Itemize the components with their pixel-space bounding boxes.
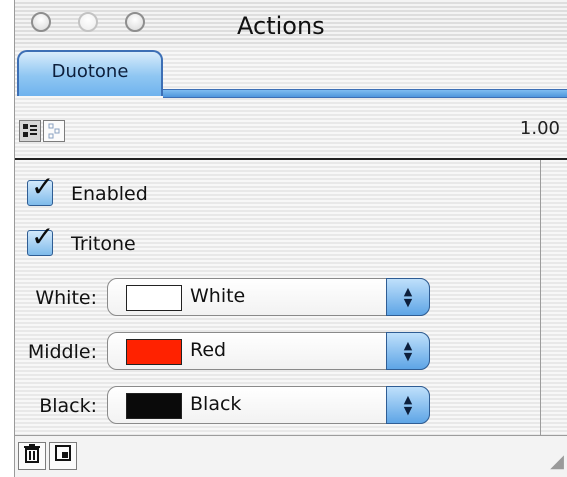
actions-window: Actions Duotone 1.00 ✓ Enabled ✓ Tritone… <box>14 0 567 477</box>
zoom-icon[interactable] <box>125 12 145 32</box>
window-title: Actions <box>237 12 325 40</box>
tab-underline <box>163 89 567 98</box>
duotone-panel: ✓ Enabled ✓ Tritone White: White ▲ ▼ Midd… <box>15 160 541 435</box>
popup-arrows-icon[interactable]: ▲ ▼ <box>386 386 430 424</box>
middle-color-row: Middle: Red ▲ ▼ <box>15 332 535 372</box>
popup-arrows-icon[interactable]: ▲ ▼ <box>386 332 430 370</box>
white-label: White: <box>35 287 97 309</box>
tritone-row[interactable]: ✓ Tritone <box>15 223 535 264</box>
middle-swatch <box>126 339 182 365</box>
minimize-icon[interactable] <box>78 12 98 32</box>
checkmark-icon: ✓ <box>31 220 55 253</box>
footer-bar: ◢ <box>15 435 567 477</box>
middle-color-popup[interactable]: Red ▲ ▼ <box>107 332 430 370</box>
list-view-icon[interactable] <box>19 120 41 142</box>
black-color-row: Black: Black ▲ ▼ <box>15 386 535 426</box>
tritone-label: Tritone <box>71 233 136 255</box>
trash-icon[interactable] <box>18 442 46 470</box>
mode-icon[interactable] <box>43 120 65 142</box>
toolbar: 1.00 <box>15 98 567 160</box>
tab-duotone[interactable]: Duotone <box>17 50 163 96</box>
enabled-row[interactable]: ✓ Enabled <box>15 173 535 214</box>
enabled-checkbox[interactable]: ✓ <box>27 173 54 206</box>
checkmark-icon: ✓ <box>31 170 55 203</box>
version-label: 1.00 <box>519 118 560 139</box>
tab-strip: Duotone <box>15 46 567 98</box>
white-color-row: White: White ▲ ▼ <box>15 278 535 318</box>
white-swatch <box>126 285 182 311</box>
white-color-popup[interactable]: White ▲ ▼ <box>107 278 430 316</box>
middle-value: Red <box>190 339 227 361</box>
new-item-icon[interactable] <box>49 442 77 470</box>
middle-label: Middle: <box>27 341 97 363</box>
close-icon[interactable] <box>31 12 51 32</box>
popup-arrows-icon[interactable]: ▲ ▼ <box>386 278 430 316</box>
white-value: White <box>190 285 246 307</box>
black-color-popup[interactable]: Black ▲ ▼ <box>107 386 430 424</box>
resize-grip-icon[interactable]: ◢ <box>550 451 564 472</box>
enabled-label: Enabled <box>71 183 148 205</box>
black-value: Black <box>190 393 242 415</box>
black-label: Black: <box>39 395 97 417</box>
black-swatch <box>126 393 182 419</box>
tritone-checkbox[interactable]: ✓ <box>27 223 54 256</box>
title-bar[interactable]: Actions <box>15 0 567 46</box>
